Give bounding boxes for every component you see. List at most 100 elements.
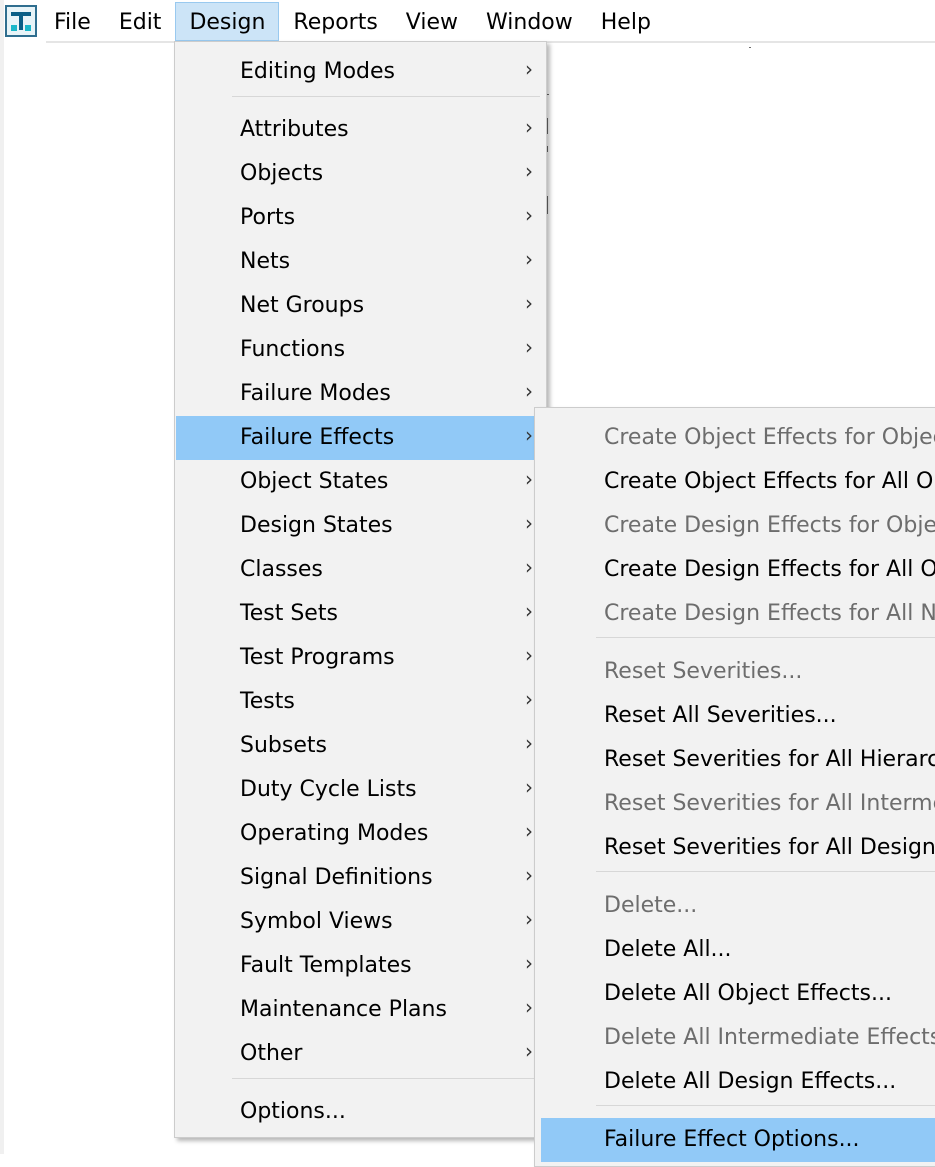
design-menu-item-failure-modes[interactable]: Failure Modes › [176, 372, 545, 416]
menu-item-label: Maintenance Plans [240, 997, 447, 1022]
design-menu-item-symbol-views[interactable]: Symbol Views › [176, 900, 545, 944]
submenu-item-delete: Delete... [536, 884, 935, 928]
menu-item-label: Attributes [240, 117, 349, 142]
chevron-right-icon: › [525, 995, 533, 1019]
submenu-item-create-object-effects-for-all-obje[interactable]: Create Object Effects for All Obje [536, 460, 935, 504]
design-menu-item-design-states[interactable]: Design States › [176, 504, 545, 548]
menu-item-label: Delete... [604, 893, 698, 918]
menu-item-label: Options... [240, 1099, 346, 1124]
design-menu-item-subsets[interactable]: Subsets › [176, 724, 545, 768]
chevron-right-icon: › [525, 555, 533, 579]
menu-item-label: Nets [240, 249, 291, 274]
chevron-right-icon: › [525, 291, 533, 315]
menu-view[interactable]: View [392, 2, 472, 41]
menu-design[interactable]: Design [175, 2, 280, 41]
menu-item-label: Delete All Intermediate Effects... [604, 1025, 935, 1050]
chevron-right-icon: › [525, 643, 533, 667]
design-menu-item-test-programs[interactable]: Test Programs › [176, 636, 545, 680]
design-menu-item-object-states[interactable]: Object States › [176, 460, 545, 504]
chevron-right-icon: › [525, 159, 533, 183]
menu-item-label: Editing Modes [240, 59, 396, 84]
menu-item-label: Fault Templates [240, 953, 412, 978]
design-menu-item-operating-modes[interactable]: Operating Modes › [176, 812, 545, 856]
design-menu-item-other[interactable]: Other › [176, 1032, 545, 1076]
menu-help[interactable]: Help [587, 2, 665, 41]
design-menu-item-net-groups[interactable]: Net Groups › [176, 284, 545, 328]
menu-item-label: Reset Severities for All Intermedi [604, 791, 935, 816]
submenu-item-delete-all-object-effects[interactable]: Delete All Object Effects... [536, 972, 935, 1016]
submenu-item-reset-severities-for-all-hierarchic[interactable]: Reset Severities for All Hierarchic [536, 738, 935, 782]
chevron-right-icon: › [525, 247, 533, 271]
chevron-right-icon: › [525, 599, 533, 623]
design-menu-item-tests[interactable]: Tests › [176, 680, 545, 724]
design-menu-item-maintenance-plans[interactable]: Maintenance Plans › [176, 988, 545, 1032]
submenu-item-create-design-effects-for-object: Create Design Effects for Object [536, 504, 935, 548]
menu-item-label: Subsets [240, 733, 327, 758]
menu-edit[interactable]: Edit [105, 2, 176, 41]
chevron-right-icon: › [525, 115, 533, 139]
chevron-right-icon: › [525, 203, 533, 227]
menu-reports[interactable]: Reports [279, 2, 391, 41]
menu-item-label: Operating Modes [240, 821, 429, 846]
submenu-item-failure-effect-options[interactable]: Failure Effect Options... [541, 1118, 935, 1162]
menu-item-label: Create Design Effects for All Non [604, 601, 935, 626]
menu-item-label: Failure Effects [240, 425, 395, 450]
menu-item-label: Create Object Effects for All Obje [604, 469, 935, 494]
chevron-right-icon: › [525, 379, 533, 403]
menu-item-label: Net Groups [240, 293, 365, 318]
design-menu-item-ports[interactable]: Ports › [176, 196, 545, 240]
design-menu-item-classes[interactable]: Classes › [176, 548, 545, 592]
design-menu-item-test-sets[interactable]: Test Sets › [176, 592, 545, 636]
menu-item-label: Create Design Effects for Object [604, 513, 935, 538]
chevron-right-icon: › [525, 907, 533, 931]
menubar: File Edit Design Reports View Window Hel… [40, 2, 665, 42]
submenu-item-create-design-effects-for-all-obj[interactable]: Create Design Effects for All Obj [536, 548, 935, 592]
chevron-right-icon: › [525, 819, 533, 843]
app-logo-icon[interactable] [5, 5, 37, 37]
menu-window[interactable]: Window [472, 2, 587, 41]
menu-item-label: Symbol Views [240, 909, 393, 934]
chevron-right-icon: › [525, 57, 533, 81]
menu-item-label: Create Object Effects for Object [604, 425, 935, 450]
chevron-right-icon: › [525, 951, 533, 975]
design-menu-item-duty-cycle-lists[interactable]: Duty Cycle Lists › [176, 768, 545, 812]
chevron-right-icon: › [525, 687, 533, 711]
design-menu-item-failure-effects[interactable]: Failure Effects › [176, 416, 545, 460]
submenu-item-delete-all-design-effects[interactable]: Delete All Design Effects... [536, 1060, 935, 1104]
menu-separator [596, 637, 935, 638]
chevron-right-icon: › [525, 511, 533, 535]
design-menu-item-nets[interactable]: Nets › [176, 240, 545, 284]
chevron-right-icon: › [525, 775, 533, 799]
submenu-item-reset-all-severities[interactable]: Reset All Severities... [536, 694, 935, 738]
design-menu-item-objects[interactable]: Objects › [176, 152, 545, 196]
menu-item-label: Test Sets [240, 601, 338, 626]
design-menu-item-attributes[interactable]: Attributes › [176, 108, 545, 152]
menu-item-label: Test Programs [240, 645, 395, 670]
menu-item-label: Ports [240, 205, 296, 230]
menu-item-label: Delete All Design Effects... [604, 1069, 897, 1094]
menu-item-label: Failure Modes [240, 381, 391, 406]
chevron-right-icon: › [525, 423, 533, 447]
menu-item-label: Failure Effect Options... [604, 1127, 860, 1152]
menu-file[interactable]: File [40, 2, 105, 41]
design-menu-item-signal-definitions[interactable]: Signal Definitions › [176, 856, 545, 900]
menu-separator [232, 1078, 540, 1079]
submenu-item-reset-severities-for-all-design-ef[interactable]: Reset Severities for All Design Ef [536, 826, 935, 870]
design-menu-item-functions[interactable]: Functions › [176, 328, 545, 372]
menu-separator [596, 871, 935, 872]
submenu-item-create-object-effects-for-object: Create Object Effects for Object [536, 416, 935, 460]
submenu-item-reset-severities: Reset Severities... [536, 650, 935, 694]
menu-separator [596, 1105, 935, 1106]
chevron-right-icon: › [525, 467, 533, 491]
design-menu-item-fault-templates[interactable]: Fault Templates › [176, 944, 545, 988]
chevron-right-icon: › [525, 863, 533, 887]
chevron-right-icon: › [525, 731, 533, 755]
menu-item-label: Reset Severities for All Hierarchic [604, 747, 935, 772]
design-menu-item-editing-modes[interactable]: Editing Modes › [176, 50, 545, 94]
failure-effects-submenu: Create Object Effects for Object Create O… [534, 407, 935, 1167]
submenu-item-delete-all[interactable]: Delete All... [536, 928, 935, 972]
design-dropdown-menu: Editing Modes › Attributes › Objects › Ports › N… [174, 41, 547, 1138]
submenu-item-delete-all-intermediate-effects: Delete All Intermediate Effects... [536, 1016, 935, 1060]
menu-item-label: Reset All Severities... [604, 703, 837, 728]
design-menu-item-options[interactable]: Options... [176, 1090, 545, 1134]
